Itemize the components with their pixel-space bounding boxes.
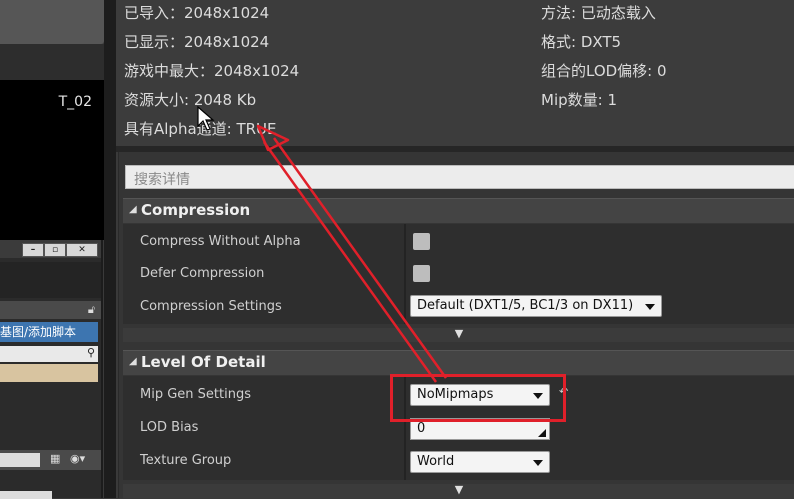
mouse-cursor-icon bbox=[197, 106, 215, 131]
annotation-arrow bbox=[256, 124, 448, 383]
